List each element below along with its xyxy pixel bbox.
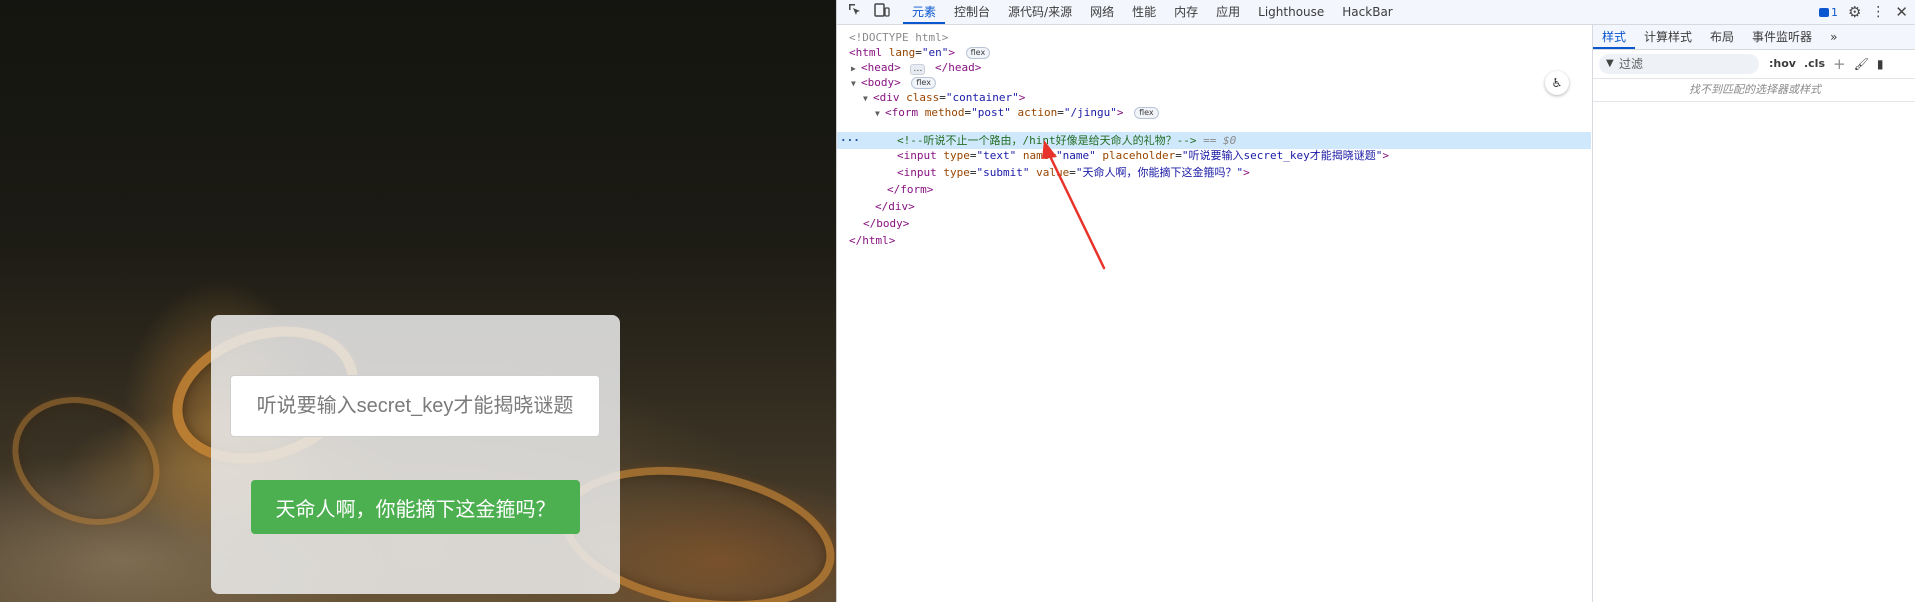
flex-badge[interactable]: flex: [1134, 107, 1159, 119]
styles-filter-input[interactable]: ▼ 过滤: [1599, 54, 1759, 74]
doctype-text: <!DOCTYPE html>: [849, 31, 949, 44]
no-matching-styles-message: 找不到匹配的选择器或样式: [1593, 79, 1915, 102]
attr-value: "/jingu": [1063, 106, 1117, 119]
attr-name: type: [943, 149, 970, 162]
dom-node-html-close[interactable]: </html>: [837, 232, 1591, 249]
dom-node-input-text[interactable]: <input type="text" name="name" placehold…: [837, 147, 1591, 164]
toggle-sidebar-icon[interactable]: ▮: [1877, 54, 1884, 74]
webpage-viewport: [0, 0, 836, 602]
hov-toggle[interactable]: :hov: [1769, 54, 1796, 74]
tab-sources[interactable]: 源代码/来源: [999, 0, 1081, 24]
styles-filter-row: ▼ 过滤 :hov .cls + 🖌 ▮: [1593, 50, 1915, 79]
more-options-icon[interactable]: ⋮: [1871, 4, 1885, 20]
styles-pane: 样式 计算样式 布局 事件监听器 » ▼ 过滤 :hov .cls + 🖌 ▮ …: [1592, 25, 1915, 602]
tab-computed[interactable]: 计算样式: [1635, 25, 1701, 49]
tag-name: <body>: [861, 76, 901, 89]
decor-ring-3: [0, 373, 181, 549]
attr-name: lang: [888, 46, 916, 59]
tag-close: </form>: [887, 183, 934, 196]
paint-brush-icon[interactable]: 🖌: [1854, 54, 1869, 74]
attr-name: action: [1017, 106, 1058, 119]
attr-name: name: [1022, 149, 1050, 162]
tab-memory[interactable]: 内存: [1165, 0, 1207, 24]
filter-icon: ▼: [1606, 58, 1614, 69]
devtools-panel: 元素 控制台 源代码/来源 网络 性能 内存 应用 Lighthouse Hac…: [836, 0, 1915, 602]
issues-badge[interactable]: 1: [1818, 5, 1838, 19]
cls-toggle[interactable]: .cls: [1804, 54, 1825, 74]
accessibility-tree-icon[interactable]: ♿: [1545, 71, 1569, 95]
devtools-toolbar: 元素 控制台 源代码/来源 网络 性能 内存 应用 Lighthouse Hac…: [837, 0, 1915, 25]
tab-layout[interactable]: 布局: [1701, 25, 1743, 49]
styles-tabs: 样式 计算样式 布局 事件监听器 »: [1593, 25, 1915, 50]
submit-button[interactable]: [251, 480, 580, 534]
tag-name: <html: [849, 46, 883, 59]
html-comment-hint: <!--听说不止一个路由，/hint好像是给天命人的礼物？-->: [897, 134, 1197, 147]
attr-name: method: [924, 106, 965, 119]
device-toolbar-icon[interactable]: [873, 3, 891, 21]
settings-gear-icon[interactable]: ⚙: [1848, 3, 1861, 21]
attr-value: "container": [945, 91, 1019, 104]
flex-badge[interactable]: flex: [965, 47, 991, 59]
tab-console[interactable]: 控制台: [945, 0, 999, 24]
attr-value: "天命人啊，你能摘下这金箍吗？": [1075, 166, 1244, 179]
attr-value: "en": [921, 46, 949, 59]
issues-count: 1: [1830, 5, 1838, 19]
attr-name: value: [1036, 166, 1070, 179]
dom-node-div-close[interactable]: </div>: [837, 198, 1591, 215]
add-rule-icon[interactable]: +: [1833, 54, 1846, 74]
attr-name: type: [943, 166, 970, 179]
tab-hackbar[interactable]: HackBar: [1333, 0, 1401, 24]
attr-value: "post": [971, 106, 1011, 119]
login-card: [211, 315, 620, 594]
tag-close: </html>: [849, 234, 896, 247]
attr-value: "name": [1056, 149, 1096, 162]
attr-value: "text": [976, 149, 1017, 162]
dom-node-form-close[interactable]: </form>: [837, 181, 1591, 198]
tab-event-listeners[interactable]: 事件监听器: [1743, 25, 1821, 49]
tag-name: <form: [885, 106, 919, 119]
attr-name: placeholder: [1102, 149, 1176, 162]
flex-badge[interactable]: flex: [911, 77, 936, 89]
tag-name: <head>: [861, 61, 901, 74]
tag-close: </head>: [935, 61, 982, 74]
tag-close: </body>: [863, 217, 910, 230]
tab-lighthouse[interactable]: Lighthouse: [1249, 0, 1333, 24]
attr-name: class: [906, 91, 940, 104]
devtools-tabs: 元素 控制台 源代码/来源 网络 性能 内存 应用 Lighthouse Hac…: [903, 0, 1402, 24]
filter-placeholder: 过滤: [1619, 57, 1644, 71]
attr-value: "submit": [976, 166, 1030, 179]
secret-key-input[interactable]: [230, 375, 600, 437]
collapse-triangle-icon[interactable]: ▼: [875, 105, 885, 122]
tag-name: <div: [873, 91, 900, 104]
toolbar-right-controls: 1 ⚙ ⋮ ✕: [1818, 0, 1908, 24]
more-tabs-icon[interactable]: »: [1821, 25, 1846, 49]
selected-node-marker: == $0: [1203, 134, 1237, 147]
tag-close: </div>: [875, 200, 915, 213]
tab-network[interactable]: 网络: [1081, 0, 1123, 24]
tab-application[interactable]: 应用: [1207, 0, 1249, 24]
dom-node-form[interactable]: ▼ <form method="post" action="/jingu"> fl…: [837, 104, 1591, 121]
issues-icon: [1818, 7, 1829, 17]
tab-styles[interactable]: 样式: [1593, 25, 1636, 49]
tab-performance[interactable]: 性能: [1123, 0, 1165, 24]
dom-node-input-submit[interactable]: <input type="submit" value="天命人啊，你能摘下这金箍…: [837, 164, 1591, 181]
tab-elements[interactable]: 元素: [903, 0, 946, 24]
attr-value: "听说要输入secret_key才能揭晓谜题": [1181, 149, 1383, 162]
inspect-element-icon[interactable]: [846, 3, 864, 21]
close-icon[interactable]: ✕: [1895, 3, 1908, 21]
dom-node-body-close[interactable]: </body>: [837, 215, 1591, 232]
elements-dom-tree: <!DOCTYPE html> <html lang="en"> flex ▶ <…: [837, 25, 1591, 602]
tag-name: <input: [897, 166, 937, 179]
tag-name: <input: [897, 149, 937, 162]
styles-filter-tools: :hov .cls + 🖌 ▮: [1769, 54, 1883, 74]
